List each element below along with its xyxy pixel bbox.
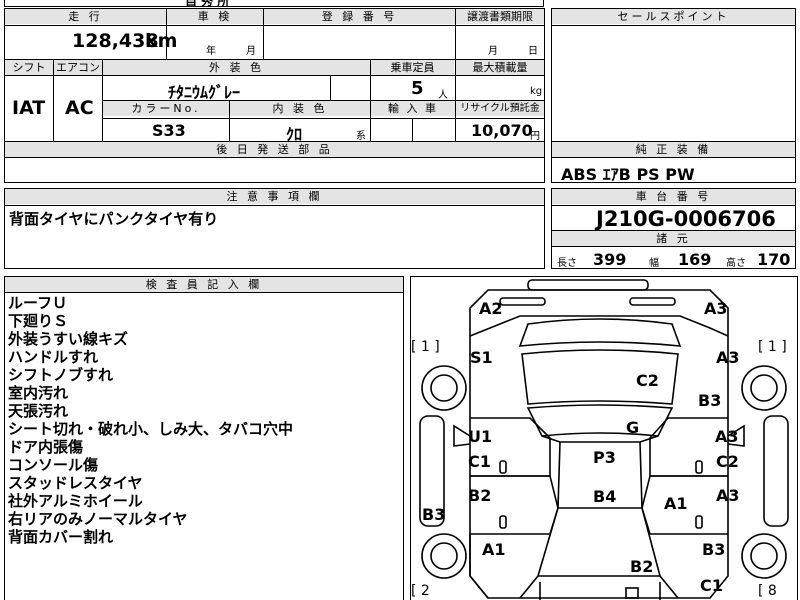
shift-header: シフト xyxy=(5,60,53,75)
height-value: 170 xyxy=(757,250,791,269)
max-load-header: 最大積載量 xyxy=(456,60,544,75)
caution-header: 注 意 事 項 欄 xyxy=(5,189,544,204)
damage-label: A3 xyxy=(716,348,740,367)
inspector-note: 下廻りＳ xyxy=(8,312,69,330)
interior-color-header: 内 装 色 xyxy=(230,101,370,116)
inspection-year-unit: 年 xyxy=(206,46,216,57)
exterior-color-header: 外 装 色 xyxy=(103,60,370,75)
top-strip xyxy=(4,0,544,7)
inspector-notes-list: ルーフＵ 下廻りＳ 外装うすい線キズ ハンドルすれ シフトノブすれ 室内汚れ 天… xyxy=(8,294,293,546)
inspector-note: シート切れ・破れ小、しみ大、タバコ穴中 xyxy=(8,420,294,438)
interior-color-unit: 系 xyxy=(356,131,366,142)
tag-left-bottom: [ 2 xyxy=(411,583,430,599)
inspector-note: シフトノブすれ xyxy=(8,366,114,384)
inspector-note: コンソール傷 xyxy=(8,456,99,474)
mileage-unit: km xyxy=(145,30,178,52)
damage-label: P3 xyxy=(593,448,616,467)
inspector-header: 検 査 員 記 入 欄 xyxy=(5,277,403,292)
capacity-header: 乗車定員 xyxy=(371,60,454,75)
damage-label: C2 xyxy=(716,452,739,471)
length-label: 長さ xyxy=(557,258,577,269)
recycle-unit: 円 xyxy=(530,131,540,142)
inspector-note: ハンドルすれ xyxy=(8,348,99,366)
damage-label: C1 xyxy=(468,452,491,471)
inspector-note: ドア内張傷 xyxy=(8,438,84,456)
inspector-note: 外装うすい線キズ xyxy=(8,330,129,348)
later-parts-header: 後 日 発 送 部 品 xyxy=(5,142,544,157)
damage-label: A3 xyxy=(715,427,739,446)
damage-label: A3 xyxy=(704,299,728,318)
damage-label: B3 xyxy=(702,540,726,559)
standard-equipment-header: 純 正 装 備 xyxy=(552,142,795,157)
exterior-color-value: ﾁﾀﾆｳﾑｸﾞﾚｰ xyxy=(168,83,241,102)
import-header: 輸 入 車 xyxy=(371,101,455,116)
inspector-note: 社外アルミホイール xyxy=(8,492,143,510)
damage-label: U1 xyxy=(468,427,493,446)
width-value: 169 xyxy=(678,250,712,269)
caution-text: 背面タイヤにパンクタイヤ有り xyxy=(9,210,219,228)
transfer-month-unit: 月 xyxy=(488,46,498,57)
color-no-value: S33 xyxy=(152,121,186,140)
capacity-unit: 人 xyxy=(438,90,448,101)
damage-label: B2 xyxy=(630,557,654,576)
damage-label: A1 xyxy=(664,494,688,513)
standard-equipment-value: ABS ｴｱB PS PW xyxy=(561,165,695,184)
damage-label: C2 xyxy=(636,371,659,390)
shift-value: IAT xyxy=(12,97,46,119)
recycle-value: 10,070 xyxy=(471,121,533,140)
damage-label: B3 xyxy=(698,391,722,410)
color-no-header: カラーNo. xyxy=(103,101,229,116)
inspection-month-unit: 月 xyxy=(246,46,256,57)
damage-label: A2 xyxy=(479,299,503,318)
inspector-note: 室内汚れ xyxy=(8,384,69,402)
sales-points-header: セールスポイント xyxy=(552,9,795,24)
aircon-value: AC xyxy=(65,97,94,119)
specs-header: 諸 元 xyxy=(552,231,795,246)
damage-label: B2 xyxy=(468,486,492,505)
inspector-note: 天張汚れ xyxy=(8,402,69,420)
registration-header: 登 録 番 号 xyxy=(264,9,455,24)
transfer-deadline-header: 譲渡書類期限 xyxy=(456,9,544,24)
capacity-value: 5 xyxy=(411,78,424,99)
damage-label: A3 xyxy=(716,486,740,505)
damage-label: A1 xyxy=(482,540,506,559)
length-value: 399 xyxy=(593,250,627,269)
inspector-note: 背面カバー割れ xyxy=(8,528,114,546)
inspector-note: スタッドレスタイヤ xyxy=(8,474,143,492)
damage-label: B3 xyxy=(422,505,446,524)
chassis-value: J210G-0006706 xyxy=(596,207,776,231)
recycle-header: リサイクル預託金 xyxy=(456,101,544,116)
damage-label: S1 xyxy=(470,348,493,367)
aircon-header: エアコン xyxy=(54,60,102,75)
chassis-header: 車 台 番 号 xyxy=(552,189,795,204)
inspector-note: 右リアのみノーマルタイヤ xyxy=(8,510,188,528)
damage-label: G xyxy=(626,418,640,437)
tag-left-top: [ 1 ] xyxy=(411,339,440,355)
inspector-note: ルーフＵ xyxy=(8,294,68,312)
mileage-header: 走 行 xyxy=(5,9,166,24)
height-label: 高さ xyxy=(726,258,746,269)
width-label: 幅 xyxy=(649,258,659,269)
tag-right-top: [ 1 ] xyxy=(758,339,787,355)
sales-points-box xyxy=(551,8,796,142)
damage-label: B4 xyxy=(593,487,617,506)
tag-right-bottom: [ 8 xyxy=(758,583,777,599)
damage-label: C1 xyxy=(700,576,723,595)
transfer-day-unit: 日 xyxy=(528,46,538,57)
max-load-unit: kg xyxy=(530,86,543,97)
inspection-header: 車 検 xyxy=(167,9,263,24)
